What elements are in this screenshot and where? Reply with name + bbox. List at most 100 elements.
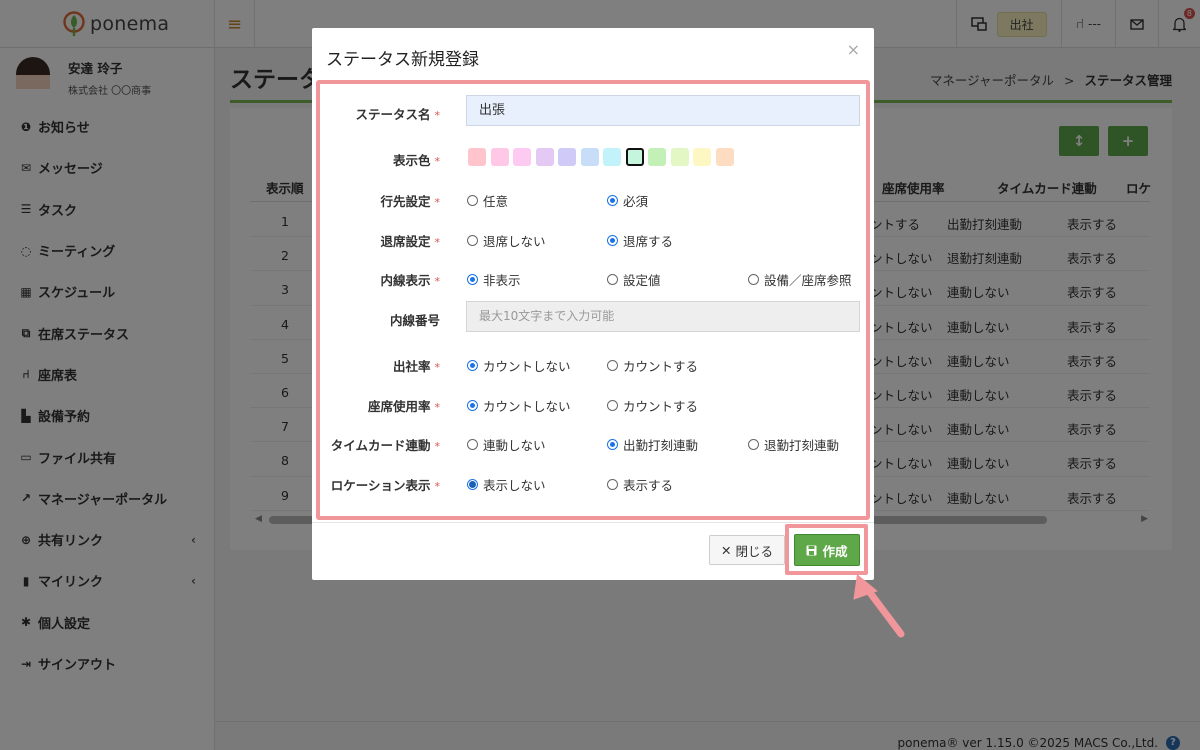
status-name-input[interactable]: 出張 <box>466 95 860 126</box>
field-label-text: 出社率 <box>392 359 431 374</box>
field-label-text: 内線表示 <box>380 273 431 288</box>
close-button-label: 閉じる <box>735 543 773 559</box>
radio-location-show[interactable]: 表示する <box>607 475 673 494</box>
form-row-extension-number: 内線番号 最大10文字まで入力可能 <box>320 301 866 332</box>
pointer-arrow-icon <box>853 574 905 638</box>
radio-circle <box>467 479 478 490</box>
form-row-extension-display: 内線表示 * 非表示 設定値 設備／座席参照 <box>320 263 866 293</box>
radio-label: 設備／座席参照 <box>764 273 852 288</box>
radio-circle <box>607 195 618 206</box>
radio-timecard-clock-in[interactable]: 出勤打刻連動 <box>607 435 698 454</box>
create-button[interactable]: 作成 <box>794 534 860 566</box>
radio-label: カウントしない <box>483 359 571 374</box>
radio-circle <box>467 235 478 246</box>
field-label-text: 内線番号 <box>389 313 440 328</box>
radio-attendance-no-count[interactable]: カウントしない <box>467 356 571 375</box>
form-row-timecard: タイムカード連動 * 連動しない 出勤打刻連動 退勤打刻連動 <box>320 428 866 458</box>
radio-label: 出勤打刻連動 <box>623 438 699 453</box>
radio-label: カウントする <box>623 399 699 414</box>
field-label: ロケーション表示 * <box>331 475 440 494</box>
radio-label: 必須 <box>623 194 649 209</box>
color-swatch[interactable] <box>513 148 531 166</box>
radio-attendance-count[interactable]: カウントする <box>607 356 698 375</box>
field-label: 退席設定 * <box>380 231 440 250</box>
field-label: ステータス名 * <box>355 104 440 123</box>
form-row-seat-rate: 座席使用率 * カウントしない カウントする <box>320 389 866 419</box>
radio-circle <box>607 360 618 371</box>
radio-label: 非表示 <box>483 273 521 288</box>
color-swatch[interactable] <box>715 148 734 166</box>
radio-label: カウントしない <box>483 399 571 414</box>
radio-timecard-none[interactable]: 連動しない <box>467 435 546 454</box>
color-swatch[interactable] <box>535 148 554 166</box>
radio-seat-count[interactable]: カウントする <box>607 396 698 415</box>
radio-circle <box>467 195 478 206</box>
radio-extension-equipment[interactable]: 設備／座席参照 <box>748 270 852 289</box>
radio-seat-no-count[interactable]: カウントしない <box>467 396 571 415</box>
radio-circle <box>607 439 618 450</box>
radio-extension-hidden[interactable]: 非表示 <box>467 270 521 289</box>
form-row-location: ロケーション表示 * 表示しない 表示する <box>320 468 866 498</box>
create-button-label: 作成 <box>822 543 848 559</box>
form-row-color: 表示色 * <box>320 143 866 173</box>
close-button[interactable]: ✕ 閉じる <box>709 535 785 565</box>
radio-circle <box>607 274 618 285</box>
radio-label: カウントする <box>623 359 699 374</box>
required-mark: * <box>434 275 441 288</box>
radio-destination-optional[interactable]: 任意 <box>467 191 508 210</box>
close-icon[interactable]: × <box>847 40 860 59</box>
color-swatch[interactable] <box>693 148 711 166</box>
field-label-text: 行先設定 <box>380 194 431 209</box>
color-swatch[interactable] <box>490 148 509 166</box>
radio-circle <box>607 479 618 490</box>
required-mark: * <box>434 361 441 374</box>
field-label: 行先設定 * <box>380 191 440 210</box>
field-label: 内線番号 <box>390 310 440 329</box>
radio-label: 連動しない <box>483 438 546 453</box>
color-swatch[interactable] <box>468 148 486 166</box>
field-label: 出社率 * <box>393 356 440 375</box>
extension-number-input[interactable]: 最大10文字まで入力可能 <box>466 301 860 332</box>
save-icon <box>806 545 817 555</box>
radio-circle <box>607 400 618 411</box>
color-swatch[interactable] <box>580 148 599 166</box>
field-label: タイムカード連動 * <box>331 435 440 454</box>
color-swatch[interactable] <box>603 148 621 166</box>
radio-label: 設定値 <box>623 273 661 288</box>
radio-extension-setting[interactable]: 設定値 <box>607 270 661 289</box>
form-row-status-name: ステータス名 * 出張 <box>320 95 866 126</box>
radio-label: 退勤打刻連動 <box>764 438 840 453</box>
required-mark: * <box>434 109 441 122</box>
field-label-text: ステータス名 <box>355 107 431 122</box>
radio-circle <box>467 360 478 371</box>
radio-circle <box>748 274 759 285</box>
color-swatch[interactable] <box>648 148 666 166</box>
field-label-text: ロケーション表示 <box>330 478 431 493</box>
required-mark: * <box>434 440 441 453</box>
color-swatch-group <box>468 148 738 166</box>
form-row-leave: 退席設定 * 退席しない 退席する <box>320 224 866 254</box>
required-mark: * <box>434 401 441 414</box>
radio-label: 表示しない <box>483 478 546 493</box>
radio-leave-yes[interactable]: 退席する <box>607 231 673 250</box>
color-swatch[interactable] <box>558 148 576 166</box>
color-swatch[interactable] <box>670 148 689 166</box>
field-label-text: 表示色 <box>392 153 431 168</box>
required-mark: * <box>434 236 441 249</box>
color-swatch[interactable] <box>625 148 644 166</box>
radio-destination-required[interactable]: 必須 <box>607 191 648 210</box>
field-label-text: 退席設定 <box>380 234 431 249</box>
field-label: 座席使用率 * <box>368 396 440 415</box>
dialog-title: ステータス新規登録 <box>326 50 479 70</box>
radio-timecard-clock-out[interactable]: 退勤打刻連動 <box>748 435 839 454</box>
field-label: 表示色 * <box>393 150 440 169</box>
radio-circle <box>467 274 478 285</box>
radio-label: 退席しない <box>483 234 546 249</box>
radio-location-hide[interactable]: 表示しない <box>467 475 546 494</box>
radio-circle <box>467 439 478 450</box>
radio-circle <box>607 235 618 246</box>
required-mark: * <box>434 196 441 209</box>
x-icon: ✕ <box>721 542 732 558</box>
required-mark: * <box>434 480 441 493</box>
radio-leave-no[interactable]: 退席しない <box>467 231 546 250</box>
